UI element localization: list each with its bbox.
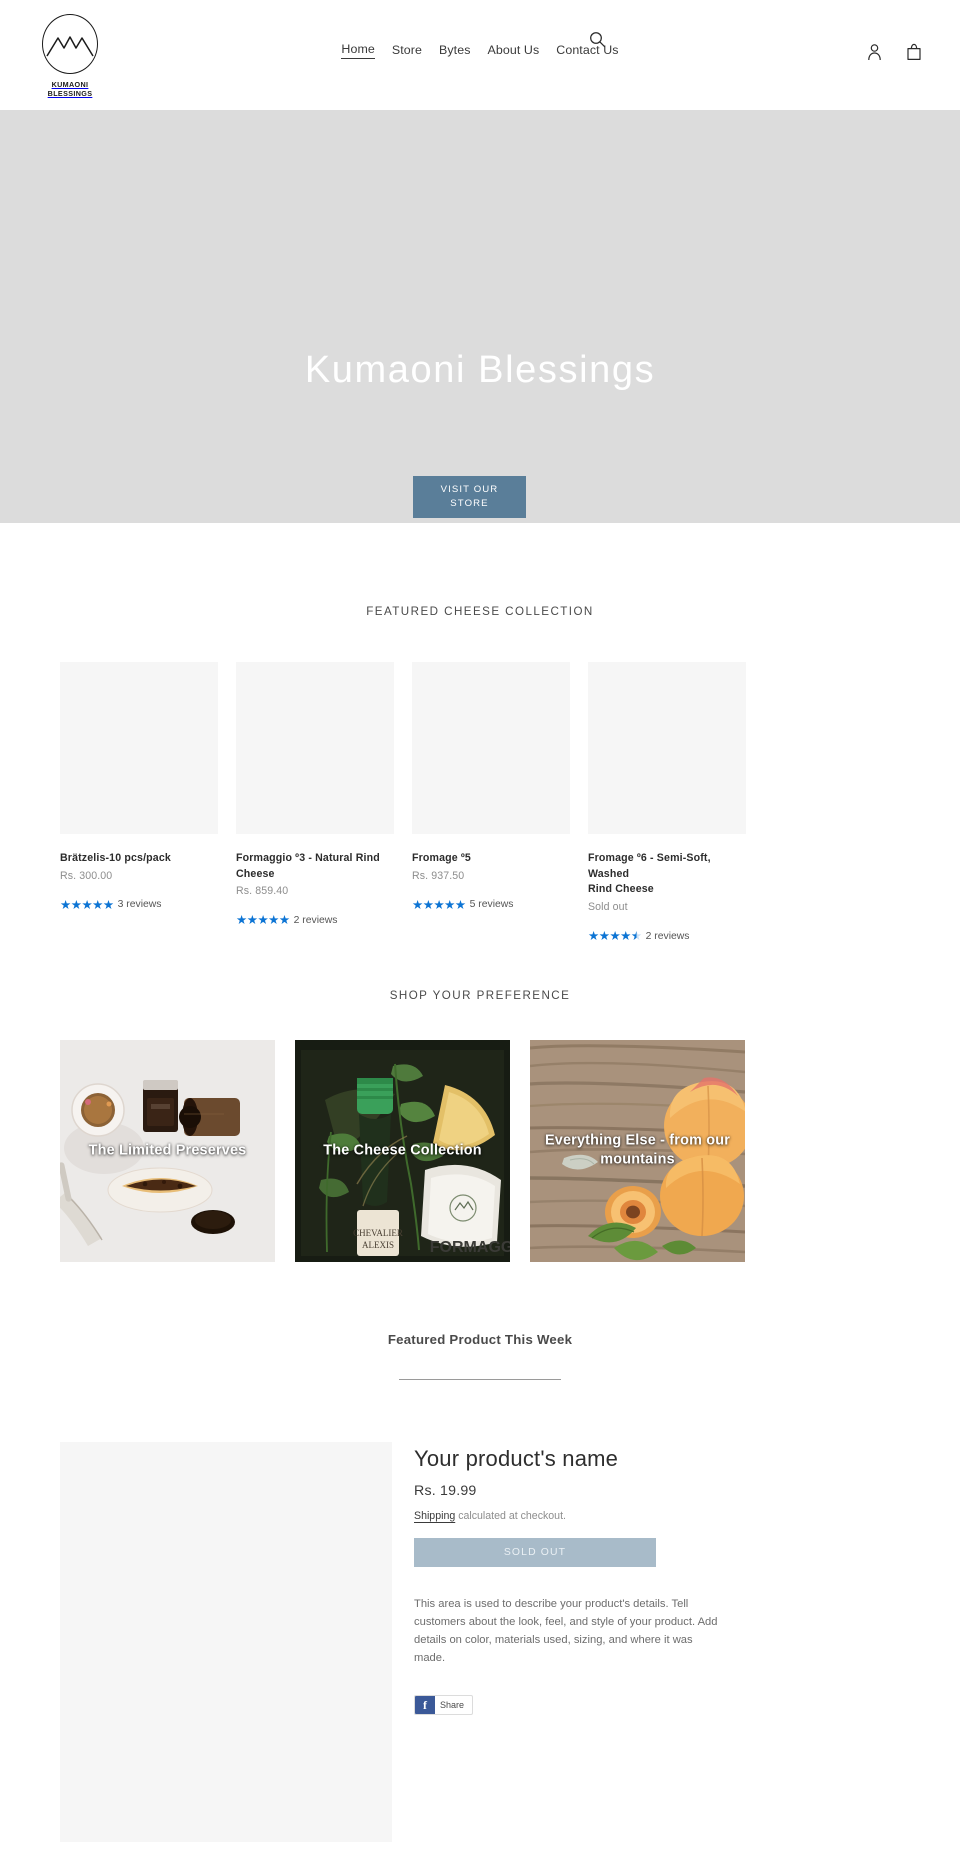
product-card[interactable]: Fromage º6 - Semi-Soft, Washed Rind Chee… — [588, 662, 746, 943]
sold-out-button: SOLD OUT — [414, 1537, 656, 1567]
shipping-note: Shipping calculated at checkout. — [414, 1510, 744, 1522]
collection-card-cheese-collection[interactable]: CHEVALIER ALEXIS FORMAGGIO — [295, 1039, 510, 1262]
facebook-icon: f — [415, 1696, 435, 1715]
cart-button[interactable] — [904, 42, 924, 64]
product-card[interactable]: Fromage º5 Rs. 937.50 ★ ★ ★ ★ ★ 5 reviews — [412, 662, 570, 943]
collection-label: The Cheese Collection — [323, 1141, 482, 1158]
review-count: 5 reviews — [469, 899, 514, 911]
product-title: Formaggio º3 - Natural Rind Cheese — [236, 852, 380, 880]
collection-grid: The Limited Preserves CHEVALIER ALEXIS F… — [0, 1039, 960, 1262]
site-logo[interactable]: KUMAONI BLESSINGS — [36, 14, 104, 98]
product-rating[interactable]: ★ ★ ★ ★ ★ 3 reviews — [60, 899, 218, 912]
shipping-note-text: calculated at checkout. — [458, 1509, 566, 1522]
product-price: Rs. 300.00 — [60, 869, 113, 882]
divider — [399, 1378, 561, 1380]
featured-product-section: Featured Product This Week — [0, 1262, 960, 1380]
shop-preference-heading: SHOP YOUR PREFERENCE — [389, 988, 571, 1002]
featured-cheese-collection-section: FEATURED CHEESE COLLECTION Brätzelis-10 … — [0, 523, 960, 943]
account-icon — [867, 43, 882, 64]
product-grid: Brätzelis-10 pcs/pack Rs. 300.00 ★ ★ ★ ★ ★ 3… — [0, 662, 960, 943]
svg-text:FORMAGGIO: FORMAGGIO — [430, 1239, 510, 1256]
collection-label: Everything Else - from our mountains — [544, 1132, 731, 1168]
product-image-placeholder — [60, 662, 218, 834]
product-price: Sold out — [588, 901, 628, 914]
star-rating-icon: ★ ★ ★ ★ ★ — [412, 897, 466, 912]
nav-item-about-us[interactable]: About Us — [488, 43, 540, 59]
logo-text-line2: BLESSINGS — [47, 89, 93, 99]
star-rating-icon: ★ ★ ★ ★ ★ — [236, 913, 290, 928]
svg-text:ALEXIS: ALEXIS — [362, 1240, 394, 1250]
product-image-placeholder — [588, 662, 746, 834]
account-button[interactable] — [864, 42, 884, 64]
header-actions — [864, 42, 924, 64]
search-button[interactable] — [586, 30, 608, 52]
review-count: 2 reviews — [293, 915, 338, 927]
product-price: Rs. 937.50 — [412, 869, 465, 882]
search-icon — [589, 31, 606, 51]
product-title: Fromage º6 - Semi-Soft, Washed Rind Chee… — [588, 852, 711, 896]
visit-our-store-button[interactable]: VISIT OUR STORE — [413, 476, 526, 518]
cart-icon — [906, 43, 922, 64]
star-rating-icon: ★ ★ ★ ★ ★ — [588, 929, 642, 944]
collection-label: The Limited Preserves — [88, 1141, 247, 1158]
product-rating[interactable]: ★ ★ ★ ★ ★ 2 reviews — [236, 914, 394, 927]
featured-product-heading: Featured Product This Week — [387, 1331, 573, 1347]
product-card[interactable]: Brätzelis-10 pcs/pack Rs. 300.00 ★ ★ ★ ★ ★ 3… — [60, 662, 218, 943]
featured-product-image-placeholder[interactable] — [60, 1441, 392, 1842]
hero-title: Kumaoni Blessings — [304, 349, 656, 391]
homepage: KUMAONI BLESSINGS Home Store Bytes About… — [0, 0, 960, 1875]
svg-text:CHEVALIER: CHEVALIER — [353, 1228, 403, 1238]
main-navigation: Home Store Bytes About Us Contact Us — [0, 42, 960, 59]
logo-text-line1: KUMAONI — [51, 80, 89, 89]
product-image-placeholder — [412, 662, 570, 834]
featured-collection-heading: FEATURED CHEESE COLLECTION — [366, 605, 594, 618]
collection-card-limited-preserves[interactable]: The Limited Preserves — [60, 1039, 275, 1262]
featured-product-body: Your product's name Rs. 19.99 Shipping c… — [0, 1441, 960, 1842]
product-card[interactable]: Formaggio º3 - Natural Rind Cheese Rs. 8… — [236, 662, 394, 943]
site-header: KUMAONI BLESSINGS Home Store Bytes About… — [0, 0, 960, 110]
product-title: Fromage º5 — [412, 852, 471, 864]
review-count: 2 reviews — [645, 930, 690, 942]
hero-banner: Kumaoni Blessings VISIT OUR STORE — [0, 110, 960, 523]
share-label: Share — [440, 1700, 465, 1711]
product-price: Rs. 859.40 — [236, 885, 289, 898]
nav-item-store[interactable]: Store — [392, 43, 422, 59]
review-count: 3 reviews — [117, 899, 162, 911]
featured-product-info: Your product's name Rs. 19.99 Shipping c… — [414, 1442, 744, 1842]
product-title: Brätzelis-10 pcs/pack — [60, 852, 171, 864]
collection-card-everything-else[interactable]: Everything Else - from our mountains — [530, 1039, 745, 1262]
product-rating[interactable]: ★ ★ ★ ★ ★ 2 reviews — [588, 930, 746, 943]
mountain-logo-icon — [42, 14, 98, 74]
product-rating[interactable]: ★ ★ ★ ★ ★ 5 reviews — [412, 899, 570, 912]
featured-product-name: Your product's name — [414, 1445, 619, 1471]
nav-item-bytes[interactable]: Bytes — [439, 43, 471, 59]
star-rating-icon: ★ ★ ★ ★ ★ — [60, 897, 114, 912]
shipping-policy-link[interactable]: Shipping — [414, 1510, 455, 1522]
facebook-share-button[interactable]: f Share — [414, 1695, 474, 1716]
featured-product-description: This area is used to describe your produ… — [414, 1597, 718, 1664]
product-image-placeholder — [236, 662, 394, 834]
shop-preference-section: SHOP YOUR PREFERENCE The Limited Preserv… — [0, 943, 960, 1262]
featured-product-price: Rs. 19.99 — [414, 1482, 477, 1499]
nav-item-home[interactable]: Home — [341, 42, 375, 59]
